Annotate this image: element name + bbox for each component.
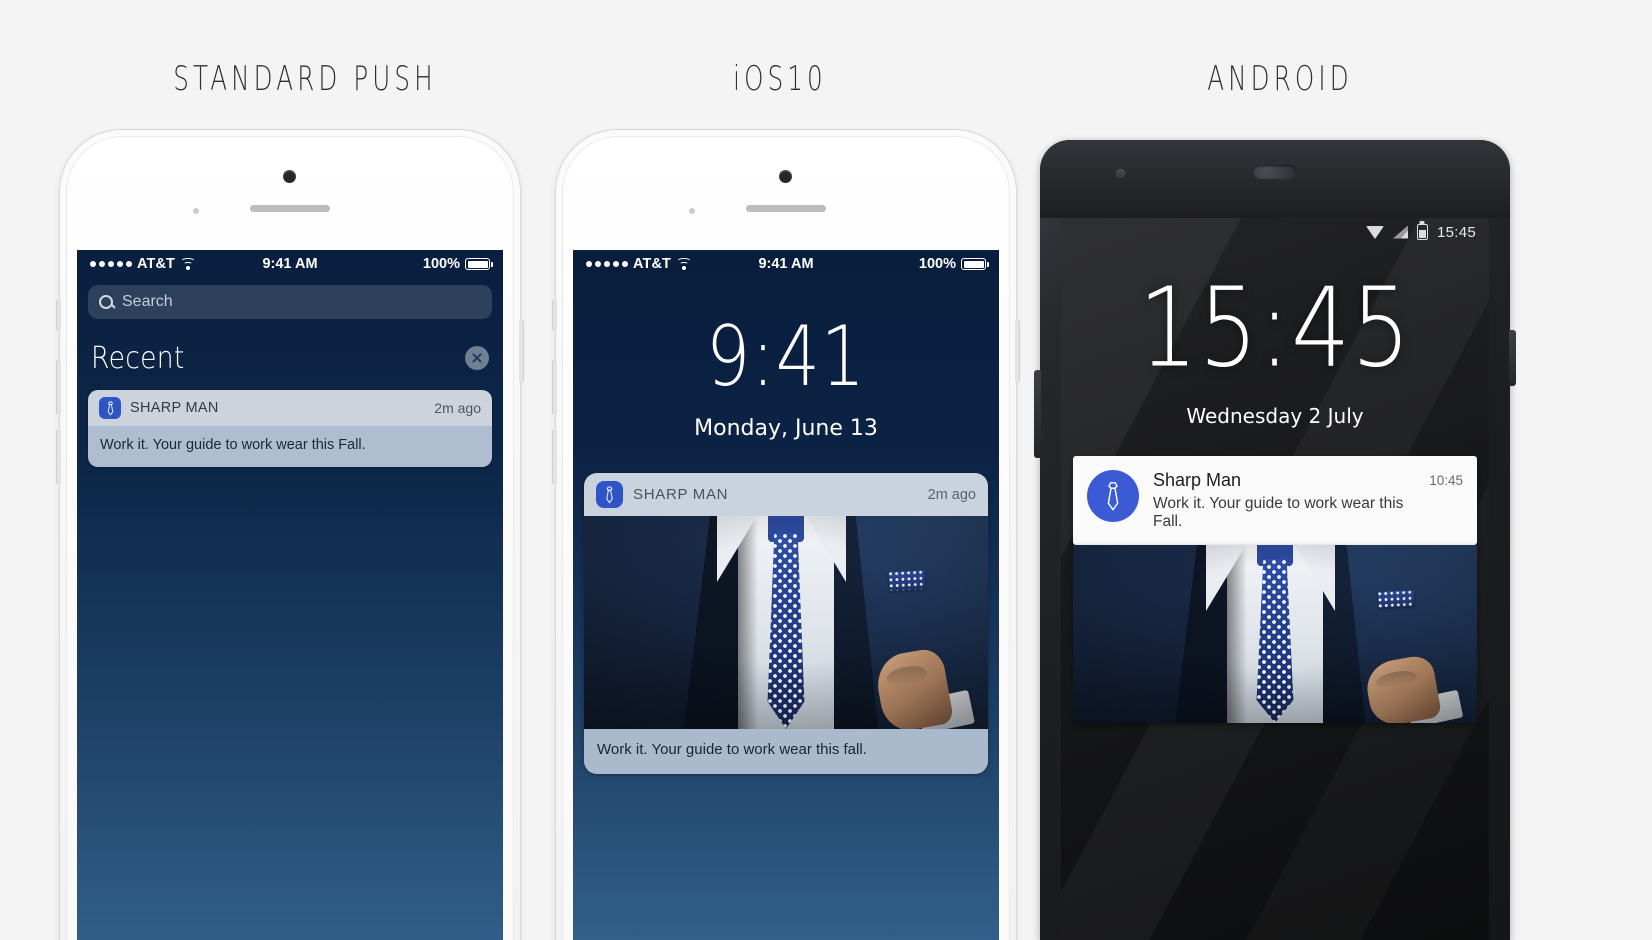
lockscreen-date: Wednesday 2 July (1186, 404, 1364, 428)
necktie-app-icon (1087, 470, 1139, 522)
notification-image (584, 516, 988, 729)
column-headings: STANDARD PUSH iOS10 ANDROID (0, 0, 1652, 130)
phone-android: 15:45 15:45 Wednesday 2 July Sharp Man W… (1034, 140, 1516, 940)
mute-switch[interactable] (552, 300, 557, 330)
front-camera (779, 170, 792, 183)
power-button[interactable] (519, 320, 524, 382)
notification-caption: Work it. Your guide to work wear this fa… (584, 729, 988, 774)
notification-card-android[interactable]: Sharp Man Work it. Your guide to work we… (1073, 456, 1477, 545)
close-icon[interactable] (465, 345, 489, 370)
earpiece-speaker (250, 205, 330, 212)
volume-up-button[interactable] (552, 360, 557, 414)
search-placeholder: Search (122, 293, 173, 310)
status-left: AT&T (90, 256, 196, 272)
screen-standard-push: AT&T 9:41 AM 100% Search Recent SHARP MA… (77, 250, 503, 940)
battery-percent-label: 100% (918, 256, 956, 272)
notification-text: Sharp Man Work it. Your guide to work we… (1153, 470, 1407, 531)
wifi-icon (180, 258, 196, 270)
signal-dots-icon (586, 261, 628, 267)
proximity-sensor (193, 208, 199, 214)
volume-rocker[interactable] (1034, 370, 1041, 458)
notification-image-wrapper (1073, 545, 1477, 723)
android-top-bezel (1040, 140, 1510, 218)
notification-app-name: Sharp Man (1153, 470, 1242, 490)
front-camera (1116, 169, 1125, 178)
notification-header: SHARP MAN 2m ago (88, 390, 492, 426)
status-right: 100% (918, 256, 989, 272)
status-right: 100% (422, 256, 493, 272)
front-camera (283, 170, 296, 183)
lockscreen-date: Monday, June 13 (694, 416, 878, 441)
necktie-app-icon (596, 481, 623, 508)
notification-app-name: SHARP MAN (633, 486, 729, 503)
battery-icon (961, 258, 989, 270)
signal-icon (1392, 225, 1408, 239)
wifi-icon (676, 258, 692, 270)
section-title-recent: Recent (91, 339, 185, 376)
notification-body: Work it. Your guide to work wear this Fa… (1153, 495, 1404, 530)
screen-android: 15:45 15:45 Wednesday 2 July Sharp Man W… (1061, 218, 1489, 940)
ios-status-bar: AT&T 9:41 AM 100% (77, 250, 503, 278)
phone-ios10: AT&T 9:41 AM 100% 9:41 Monday, June 13 S… (552, 130, 1020, 940)
notification-header: Sharp Man Work it. Your guide to work we… (1073, 456, 1477, 545)
battery-icon (1416, 224, 1428, 240)
recent-header: Recent (77, 319, 503, 376)
proximity-sensor (689, 208, 695, 214)
mute-switch[interactable] (56, 300, 61, 330)
lockscreen-clock: 9:41 (706, 308, 866, 406)
battery-percent-label: 100% (422, 256, 460, 272)
notification-time: 10:45 (1429, 473, 1463, 488)
status-bar-time: 15:45 (1436, 223, 1476, 241)
volume-down-button[interactable] (552, 430, 557, 484)
phone-standard-push: AT&T 9:41 AM 100% Search Recent SHARP MA… (56, 130, 524, 940)
screen-ios10: AT&T 9:41 AM 100% 9:41 Monday, June 13 S… (573, 250, 999, 940)
ios10-lockscreen-wallpaper: AT&T 9:41 AM 100% 9:41 Monday, June 13 S… (573, 250, 999, 940)
lockscreen-clock: 15:45 (1138, 263, 1412, 392)
notification-body: Work it. Your guide to work wear this Fa… (88, 426, 492, 467)
notification-time: 2m ago (434, 400, 481, 416)
earpiece-speaker (746, 205, 826, 212)
volume-down-button[interactable] (56, 430, 61, 484)
notification-card-ios10[interactable]: SHARP MAN 2m ago Work it. Your guide to … (584, 473, 988, 774)
search-icon (99, 295, 113, 309)
notification-time: 2m ago (927, 486, 976, 503)
battery-icon (465, 258, 493, 270)
photo-vignette (584, 516, 988, 729)
notification-app-name: SHARP MAN (130, 400, 219, 416)
column-title-standard-push: STANDARD PUSH (173, 59, 437, 100)
power-button[interactable] (1015, 320, 1020, 382)
ios-status-bar: AT&T 9:41 AM 100% (573, 250, 999, 278)
notification-image (1073, 545, 1477, 723)
android-status-bar: 15:45 (1061, 218, 1489, 246)
earpiece-speaker (1253, 165, 1297, 179)
necktie-app-icon (99, 397, 121, 419)
photo-vignette (1073, 545, 1477, 723)
power-button[interactable] (1509, 330, 1516, 386)
notification-header: SHARP MAN 2m ago (584, 473, 988, 516)
wifi-icon (1365, 225, 1384, 239)
column-title-android: ANDROID (1207, 59, 1353, 100)
search-input[interactable]: Search (88, 285, 492, 319)
signal-dots-icon (90, 261, 132, 267)
carrier-label: AT&T (137, 256, 175, 272)
carrier-label: AT&T (633, 256, 671, 272)
standard-push-wallpaper: AT&T 9:41 AM 100% Search Recent SHARP MA… (77, 250, 503, 940)
column-title-ios10: iOS10 (733, 59, 827, 100)
status-left: AT&T (586, 256, 692, 272)
notification-card-standard-push[interactable]: SHARP MAN 2m ago Work it. Your guide to … (88, 390, 492, 467)
volume-up-button[interactable] (56, 360, 61, 414)
